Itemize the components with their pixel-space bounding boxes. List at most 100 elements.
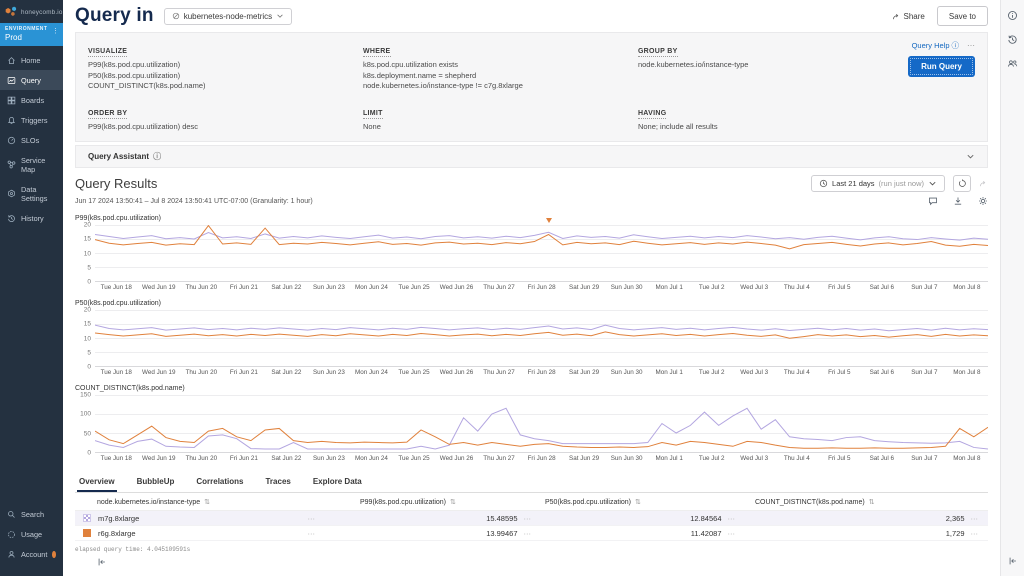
tab-bubbleup[interactable]: BubbleUp [135, 472, 177, 492]
x-axis-label: Mon Jun 24 [350, 369, 393, 376]
spike-marker-icon[interactable] [546, 218, 552, 223]
x-axis-label: Mon Jul 1 [648, 369, 691, 376]
time-range-selector[interactable]: Last 21 days (run just now) [811, 175, 945, 192]
sort-icon[interactable]: ⇅ [204, 498, 210, 506]
x-axis: Tue Jun 18Wed Jun 19Thu Jun 20Fri Jun 21… [95, 369, 988, 376]
forward-arrow-icon[interactable] [979, 179, 988, 188]
clause-item[interactable]: k8s.pod.cpu.utilization exists [363, 60, 638, 71]
cell-menu-icon[interactable]: ⋯ [728, 529, 736, 538]
history-panel-icon[interactable] [1007, 34, 1018, 45]
sidebar-item-query[interactable]: Query [0, 70, 63, 90]
y-axis-label: 15 [84, 321, 91, 328]
save-to-button[interactable]: Save to [937, 6, 988, 26]
column-header-node-kubernetes-io-instance-type[interactable]: node.kubernetes.io/instance-type⇅ [75, 498, 360, 506]
comment-icon[interactable] [928, 196, 938, 206]
plot-area[interactable] [95, 310, 988, 367]
dataset-selector[interactable]: kubernetes-node-metrics [164, 8, 292, 25]
sidebar-item-slos[interactable]: SLOs [0, 130, 63, 150]
sidebar-item-search[interactable]: Search [0, 504, 63, 524]
order-by-clause: ORDER BY P99(k8s.pod.cpu.utilization) de… [88, 102, 363, 133]
team-panel-icon[interactable] [1007, 58, 1018, 69]
run-query-button[interactable]: Run Query [908, 56, 975, 77]
sort-icon[interactable]: ⇅ [450, 498, 456, 506]
collapse-right-rail-button[interactable] [1001, 553, 1024, 571]
query-menu-icon[interactable]: ⋯ [967, 41, 975, 50]
download-icon[interactable] [953, 196, 963, 206]
order-by-label[interactable]: ORDER BY [88, 110, 127, 119]
limit-label[interactable]: LIMIT [363, 110, 383, 119]
cell-menu-icon[interactable]: ⋯ [524, 529, 532, 538]
tab-overview[interactable]: Overview [77, 472, 117, 492]
column-header-p50-k8s-pod-cpu-utilization-[interactable]: P50(k8s.pod.cpu.utilization)⇅ [545, 498, 755, 506]
sidebar-item-boards[interactable]: Boards [0, 90, 63, 110]
sidebar-item-service-map[interactable]: Service Map [0, 150, 63, 179]
sidebar-item-triggers[interactable]: Triggers [0, 110, 63, 130]
where-label[interactable]: WHERE [363, 48, 391, 57]
x-axis-label: Mon Jun 24 [350, 455, 393, 462]
clause-item[interactable]: None; include all results [638, 122, 975, 133]
results-tabs: Overview BubbleUp Correlations Traces Explor… [75, 472, 988, 493]
collapse-sidebar-button[interactable] [97, 554, 107, 572]
environment-label: ENVIRONMENT [5, 26, 58, 32]
environment-switcher[interactable]: ENVIRONMENT Prod ⋮ [0, 23, 63, 46]
sidebar-item-account[interactable]: Account [0, 544, 63, 564]
logo[interactable]: honeycomb.io [0, 0, 63, 23]
plot-area[interactable] [95, 225, 988, 282]
having-label[interactable]: HAVING [638, 110, 667, 119]
column-header-p99-k8s-pod-cpu-utilization-[interactable]: P99(k8s.pod.cpu.utilization)⇅ [360, 498, 545, 506]
query-assistant-bar[interactable]: Query Assistant ⓘ [75, 145, 988, 168]
home-icon [7, 56, 16, 65]
cell-menu-icon[interactable]: ⋯ [524, 514, 532, 523]
x-axis-label: Tue Jun 18 [95, 369, 138, 376]
info-panel-icon[interactable] [1007, 10, 1018, 21]
y-axis-label: 0 [87, 279, 91, 286]
cell-menu-icon[interactable]: ⋯ [971, 529, 979, 538]
usage-icon [7, 530, 16, 539]
x-axis-label: Mon Jun 24 [350, 284, 393, 291]
tab-explore-data[interactable]: Explore Data [311, 472, 364, 492]
clause-item[interactable]: k8s.deployment.name = shepherd [363, 71, 638, 82]
sidebar-item-history[interactable]: History [0, 208, 63, 228]
environment-menu-icon[interactable]: ⋮ [52, 27, 59, 35]
x-axis-label: Thu Jul 4 [776, 369, 819, 376]
clause-item[interactable]: P99(k8s.pod.cpu.utilization) desc [88, 122, 363, 133]
row-menu-icon[interactable]: ⋯ [308, 514, 361, 523]
sidebar-item-usage[interactable]: Usage [0, 524, 63, 544]
tab-correlations[interactable]: Correlations [194, 472, 245, 492]
clause-item[interactable]: None [363, 122, 638, 133]
left-sidebar: honeycomb.io ENVIRONMENT Prod ⋮ HomeQuer… [0, 0, 63, 576]
query-help-link[interactable]: Query Help ⓘ [912, 40, 959, 51]
tab-traces[interactable]: Traces [263, 472, 292, 492]
data-settings-icon [7, 189, 16, 198]
sidebar-item-home[interactable]: Home [0, 50, 63, 70]
clause-item[interactable]: P50(k8s.pod.cpu.utilization) [88, 71, 363, 82]
sidebar-item-data-settings[interactable]: Data Settings [0, 179, 63, 208]
visualize-label[interactable]: VISUALIZE [88, 48, 127, 57]
clause-item[interactable]: COUNT_DISTINCT(k8s.pod.name) [88, 81, 363, 92]
row-menu-icon[interactable]: ⋯ [308, 529, 361, 538]
clause-item[interactable]: node.kubernetes.io/instance-type != c7g.… [363, 81, 638, 92]
x-axis-label: Tue Jul 2 [690, 455, 733, 462]
sort-icon[interactable]: ⇅ [869, 498, 875, 506]
plot-area[interactable] [95, 395, 988, 453]
refresh-button[interactable] [953, 175, 971, 192]
group-by-label[interactable]: GROUP BY [638, 48, 678, 57]
x-axis-label: Sun Jul 7 [903, 369, 946, 376]
results-table: node.kubernetes.io/instance-type⇅P99(k8s… [75, 493, 988, 541]
cell-menu-icon[interactable]: ⋯ [971, 514, 979, 523]
table-row[interactable]: r6g.8xlarge⋯13.99467⋯11.42087⋯1,729⋯ [75, 526, 988, 541]
column-header-count-distinct-k8s-pod-name-[interactable]: COUNT_DISTINCT(k8s.pod.name)⇅ [755, 498, 988, 506]
p50-value: 11.42087 [691, 529, 722, 538]
share-button[interactable]: Share [892, 12, 925, 21]
chevron-down-icon[interactable] [966, 152, 975, 161]
chart-title: P50(k8s.pod.cpu.utilization) [75, 300, 988, 307]
sort-icon[interactable]: ⇅ [635, 498, 641, 506]
refresh-icon [958, 179, 967, 188]
table-row[interactable]: m7g.8xlarge⋯15.48595⋯12.84564⋯2,365⋯ [75, 511, 988, 526]
y-axis-label: 100 [80, 411, 91, 418]
gear-icon[interactable] [978, 196, 988, 206]
cell-menu-icon[interactable]: ⋯ [728, 514, 736, 523]
sidebar-item-label: Service Map [21, 156, 56, 174]
chart-title: COUNT_DISTINCT(k8s.pod.name) [75, 385, 988, 392]
clause-item[interactable]: P99(k8s.pod.cpu.utilization) [88, 60, 363, 71]
